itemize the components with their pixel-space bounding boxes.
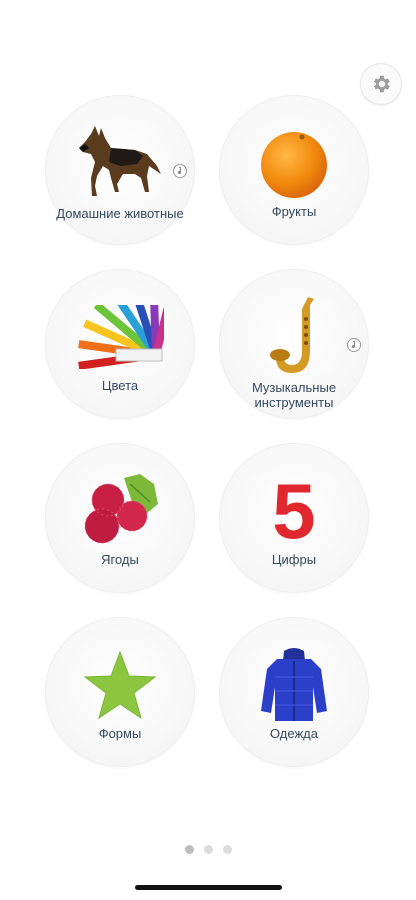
category-pets[interactable]: Домашние животные [46,96,194,244]
saxophone-image [220,296,368,378]
page-dot-3[interactable] [222,845,232,854]
audio-indicator [347,338,361,352]
digit-five: 5 [272,467,316,555]
category-shapes[interactable]: Формы [46,618,194,766]
category-label: Ягоды [101,552,139,567]
dog-image [46,122,194,204]
music-note-icon [177,167,182,175]
category-label: Цвета [101,378,139,393]
category-fruits[interactable]: Фрукты [220,96,368,244]
settings-button[interactable] [361,64,401,104]
category-clothes[interactable]: Одежда [220,618,368,766]
category-musical-instruments[interactable]: Музыкальные инструменты [220,270,368,418]
page-dot-1[interactable] [184,845,194,854]
category-label: Одежда [269,726,318,741]
home-indicator[interactable] [135,885,282,890]
star-shape-image [46,644,194,726]
category-label: Цифры [271,552,317,567]
category-numbers[interactable]: 5 Цифры [220,444,368,592]
category-berries[interactable]: Ягоды [46,444,194,592]
page-indicator [0,845,416,854]
category-colors[interactable]: Цвета [46,270,194,418]
number-five-image: 5 [220,470,368,552]
category-label: Музыкальные инструменты [251,380,337,410]
page-dot-2[interactable] [203,845,213,854]
category-label: Формы [98,726,142,741]
orange-image [220,122,368,204]
category-label: Домашние животные [56,206,184,221]
jacket-image [220,644,368,726]
audio-indicator [173,164,187,178]
gear-icon [374,75,390,93]
music-note-icon [351,341,356,349]
category-label: Фрукты [271,204,317,219]
color-fan-image [46,296,194,378]
raspberry-image [46,470,194,552]
